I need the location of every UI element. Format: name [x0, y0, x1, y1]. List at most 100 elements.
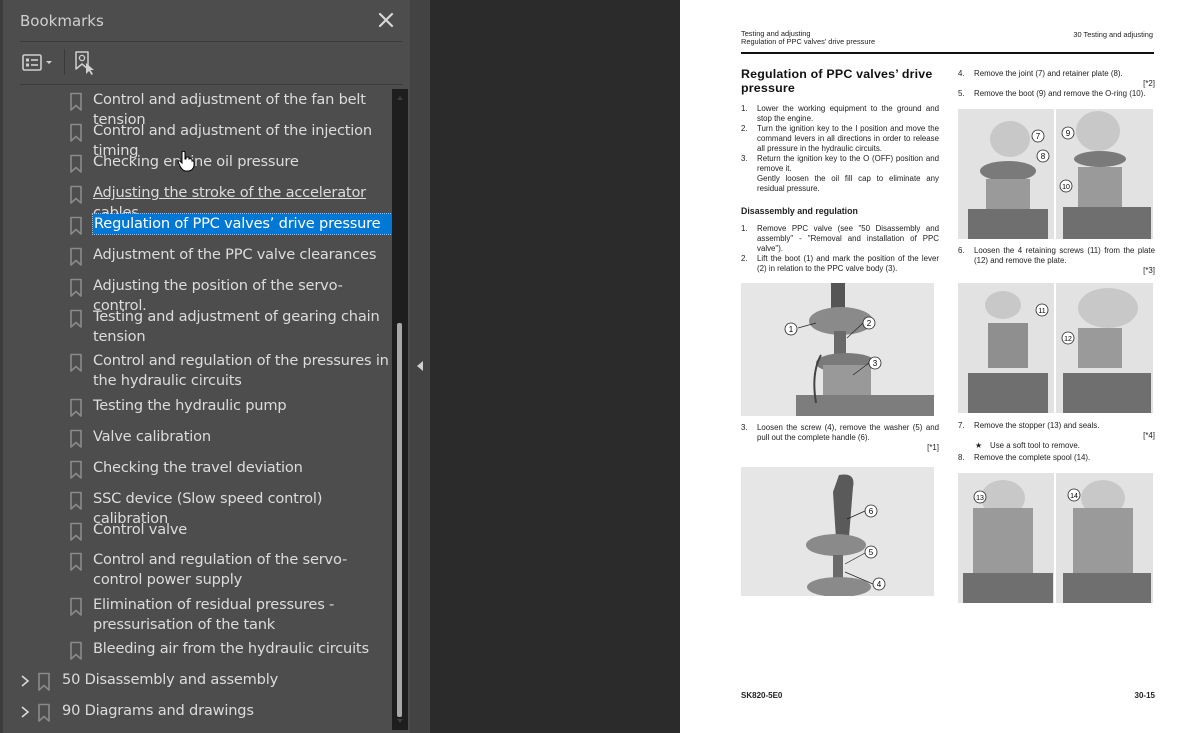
- find-current-bookmark-icon: [75, 51, 94, 75]
- panel-title: Bookmarks: [20, 12, 104, 30]
- section-title: Regulation of PPC valves’ drive pressure: [741, 67, 933, 95]
- bookmark-item[interactable]: Testing the hydraulic pump: [69, 396, 389, 418]
- subheading: Disassembly and regulation: [741, 206, 858, 216]
- bookmark-icon: [69, 247, 83, 267]
- step-3: 3. Loosen the screw (4), remove the washe…: [741, 423, 939, 442]
- step-7-note: ★ Use a soft tool to remove.: [975, 441, 1080, 450]
- callout: 12: [1064, 336, 1072, 343]
- bookmark-item[interactable]: Checking the travel deviation: [69, 458, 389, 480]
- page-header-right: 30 Testing and adjusting: [1073, 30, 1153, 39]
- figure-ppc-valve-boot: 1 2 3: [741, 283, 934, 416]
- bookmark-section[interactable]: 90 Diagrams and drawings: [19, 701, 254, 723]
- expand-chevron-icon[interactable]: [19, 702, 31, 722]
- bookmark-item[interactable]: Testing and adjustment of gearing chain …: [69, 307, 389, 347]
- bookmark-icon: [69, 92, 83, 112]
- bookmark-label: Checking engine oil pressure: [93, 153, 299, 170]
- step: 2. Turn the ignition key to the I positio…: [741, 124, 939, 153]
- bookmark-icon: [69, 185, 83, 205]
- caret-down-icon: [46, 61, 52, 64]
- step-6: 6. Loosen the 4 retaining screws (11) fro…: [958, 246, 1155, 265]
- bookmark-label: Checking the travel deviation: [93, 459, 303, 476]
- bookmark-icon: [69, 216, 83, 236]
- step: 1. Lower the working equipment to the gro…: [741, 104, 939, 123]
- figure-handle: 6 5 4: [741, 467, 934, 596]
- figure-retaining-plate: 11 12: [958, 283, 1153, 413]
- close-panel-button[interactable]: [374, 8, 398, 32]
- figure-spool: 13 14: [958, 473, 1153, 603]
- step-7: 7. Remove the stopper (13) and seals.: [958, 421, 1100, 430]
- step: 3. Return the ignition key to the O (OFF)…: [741, 154, 939, 173]
- step-8: 8. Remove the complete spool (14).: [958, 453, 1091, 462]
- divider: [20, 84, 402, 85]
- bookmark-icon: [69, 309, 83, 329]
- reference-mark: [*4]: [1143, 431, 1155, 440]
- panel-splitter[interactable]: [410, 0, 430, 733]
- collapse-panel-arrow-icon[interactable]: [416, 360, 424, 372]
- bookmark-icon: [69, 597, 83, 617]
- callout: 7: [1036, 132, 1041, 141]
- bookmark-icon: [69, 278, 83, 298]
- callout: 1: [789, 325, 794, 334]
- bookmark-item[interactable]: Checking engine oil pressure: [69, 152, 389, 174]
- bookmark-label: Bleeding air from the hydraulic circuits: [93, 640, 369, 657]
- bookmark-item[interactable]: Bleeding air from the hydraulic circuits: [69, 639, 389, 661]
- scroll-up-arrow-icon: [397, 96, 403, 100]
- bookmark-icon: [69, 491, 83, 511]
- callout: 14: [1070, 493, 1078, 500]
- bookmark-label: 50 Disassembly and assembly: [62, 671, 279, 688]
- callout: 10: [1062, 184, 1070, 191]
- bookmark-options-button[interactable]: [21, 50, 59, 76]
- callout: 11: [1038, 308, 1045, 315]
- scroll-thumb[interactable]: [397, 323, 402, 717]
- bookmark-tree: Control and adjustment of the fan belt t…: [3, 88, 393, 733]
- pdf-viewer: Bookmarks Control and adjustment of the …: [0, 0, 1200, 733]
- figure-joint-boot: 7 8 9 10: [958, 109, 1153, 239]
- bookmark-item[interactable]: Valve calibration: [69, 427, 389, 449]
- bookmark-icon: [69, 552, 83, 572]
- page-header-left: Testing and adjusting Regulation of PPC …: [741, 29, 876, 46]
- bookmark-icon: [69, 522, 83, 542]
- toolbar-separator: [64, 49, 65, 75]
- bookmark-item[interactable]: Control and regulation of the pressures …: [69, 351, 389, 391]
- bookmark-icon: [37, 672, 51, 692]
- bookmark-item[interactable]: Adjustment of the PPC valve clearances: [69, 245, 389, 267]
- bookmark-icon: [69, 154, 83, 174]
- header-rule: [741, 52, 1154, 54]
- bookmark-label: Testing and adjustment of gearing chain …: [93, 308, 380, 345]
- bookmark-label: Elimination of residual pressures - pres…: [93, 596, 335, 633]
- disassembly-steps: 1. Remove PPC valve (see "50 Disassembly …: [741, 224, 939, 274]
- scroll-down-button[interactable]: [392, 714, 408, 728]
- page-footer-model: SK820-5E0: [741, 691, 783, 700]
- callout: 8: [1041, 152, 1046, 161]
- scroll-down-arrow-icon: [397, 719, 403, 723]
- step-5: 5. Remove the boot (9) and remove the O-r…: [958, 89, 1146, 98]
- bookmark-item[interactable]: Regulation of PPC valves’ drive pressure: [69, 213, 393, 236]
- find-current-bookmark-button[interactable]: [73, 50, 97, 76]
- scroll-up-button[interactable]: [392, 91, 408, 105]
- bookmark-item[interactable]: Elimination of residual pressures - pres…: [69, 595, 389, 635]
- bookmark-label: 90 Diagrams and drawings: [62, 702, 254, 719]
- callout: 3: [873, 359, 878, 368]
- bookmark-item[interactable]: Control valve: [69, 520, 389, 542]
- document-viewport[interactable]: Testing and adjusting Regulation of PPC …: [430, 0, 1200, 733]
- step: 2. Lift the boot (1) and mark the positio…: [741, 254, 939, 273]
- bookmarks-panel: Bookmarks Control and adjustment of the …: [0, 0, 410, 733]
- bookmark-item[interactable]: Control and regulation of the servo-cont…: [69, 550, 389, 590]
- left-column: Regulation of PPC valves’ drive pressure…: [741, 67, 939, 596]
- bookmark-icon: [69, 353, 83, 373]
- bookmark-icon: [37, 703, 51, 723]
- step-note: Gently loosen the oil fill cap to elimin…: [757, 174, 939, 193]
- bookmark-icon: [69, 641, 83, 661]
- bookmark-section[interactable]: 50 Disassembly and assembly: [19, 670, 278, 692]
- bookmark-label: Valve calibration: [93, 428, 211, 445]
- callout: 13: [976, 495, 984, 502]
- step: 1. Remove PPC valve (see "50 Disassembly …: [741, 224, 939, 253]
- bookmark-scrollbar[interactable]: [392, 89, 408, 730]
- bookmark-label: Testing the hydraulic pump: [93, 397, 287, 414]
- intro-steps: 1. Lower the working equipment to the gro…: [741, 104, 939, 194]
- reference-mark: [*2]: [1143, 79, 1155, 88]
- reference-mark: [*3]: [1143, 266, 1155, 275]
- bookmark-label: Control valve: [93, 521, 188, 538]
- expand-chevron-icon[interactable]: [19, 671, 31, 691]
- callout: 6: [869, 507, 874, 516]
